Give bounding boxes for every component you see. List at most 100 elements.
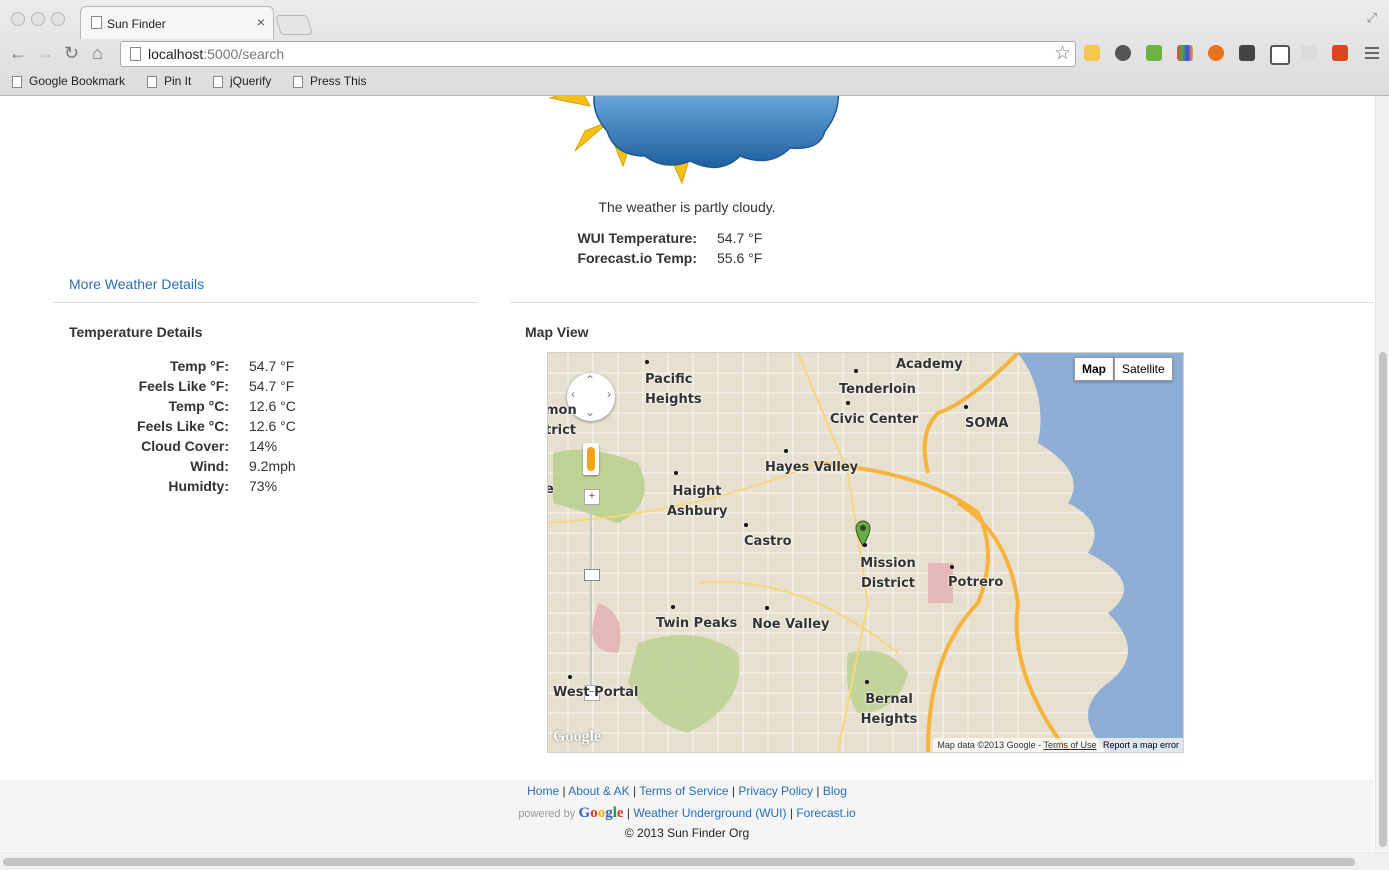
map-label-haight-ashbury: Haight Ashbury: [667, 484, 728, 519]
map-label-academy: Academy: [896, 357, 963, 372]
browser-tab[interactable]: Sun Finder ×: [80, 6, 274, 39]
horizontal-scroll-thumb[interactable]: [3, 858, 1355, 866]
map-pin: [784, 449, 788, 453]
pan-right-icon[interactable]: ›: [607, 387, 611, 401]
divider-left: [53, 302, 477, 303]
map-pin: [674, 471, 678, 475]
reload-button[interactable]: ↻: [64, 43, 79, 64]
map-label-pacific-heights: Pacific Heights: [645, 372, 702, 407]
temp-detail-label: Temp °C:: [168, 398, 229, 414]
zoom-slider-handle[interactable]: [584, 569, 600, 581]
footer-link-about[interactable]: About & AK: [568, 784, 629, 798]
zoom-in-icon[interactable]: +: [584, 489, 600, 505]
map-type-map-button[interactable]: Map: [1074, 357, 1114, 381]
footer-link-terms[interactable]: Terms of Service: [639, 784, 728, 798]
new-tab-button[interactable]: [275, 15, 313, 35]
fullscreen-icon[interactable]: ⤢: [1367, 10, 1377, 26]
temp-detail-label: Temp °F:: [169, 358, 229, 374]
tab-title: Sun Finder: [107, 17, 166, 31]
map-label-west-portal: West Portal: [553, 685, 639, 700]
horizontal-scrollbar[interactable]: [0, 852, 1389, 870]
minimize-window-button[interactable]: [31, 12, 45, 26]
close-tab-icon[interactable]: ×: [257, 14, 265, 30]
page-icon: [130, 47, 141, 61]
pan-up-icon[interactable]: ⌃: [585, 373, 595, 387]
pan-down-icon[interactable]: ⌄: [585, 405, 595, 419]
map-label-twin-peaks: Twin Peaks: [656, 616, 738, 631]
more-weather-details-link[interactable]: More Weather Details: [69, 276, 204, 292]
weather-summary: The weather is partly cloudy.: [598, 199, 776, 215]
map-label-mission-district: Mission District: [860, 556, 916, 591]
footer-link-forecast[interactable]: Forecast.io: [796, 806, 855, 820]
map-pin: [964, 405, 968, 409]
green-extension-icon[interactable]: [1146, 45, 1162, 61]
address-bar[interactable]: localhost:5000/search ☆: [120, 41, 1076, 67]
temp-detail-value: 73%: [249, 478, 278, 494]
partly-cloudy-icon: [548, 96, 840, 185]
pocket-extension-icon[interactable]: [1270, 45, 1290, 65]
bookmark-star-icon[interactable]: ☆: [1054, 42, 1071, 65]
map-copyright: Map data ©2013 Google -: [937, 740, 1042, 750]
folder-extension-icon[interactable]: [1084, 45, 1100, 61]
forecast-temp-label: Forecast.io Temp:: [577, 250, 697, 266]
map-view[interactable]: ⌃ ‹ › ⌄ + − Map Satellite Pacific Height…: [547, 352, 1184, 753]
report-map-error-link[interactable]: Report a map error: [1103, 740, 1179, 750]
orange-extension-icon[interactable]: [1208, 45, 1224, 61]
map-pin: [744, 523, 748, 527]
map-pin: [765, 606, 769, 610]
temp-detail-value: 54.7 °F: [249, 358, 295, 374]
vertical-scrollbar[interactable]: [1375, 96, 1389, 851]
wui-temp-label: WUI Temperature:: [577, 230, 697, 246]
red-extension-icon[interactable]: [1332, 45, 1348, 61]
footer-link-home[interactable]: Home: [527, 784, 559, 798]
google-logo: Google: [578, 805, 624, 821]
pan-left-icon[interactable]: ‹: [571, 387, 575, 401]
colorful-extension-icon[interactable]: [1177, 45, 1193, 61]
grey-extension-icon[interactable]: [1301, 45, 1317, 61]
page-icon: [293, 75, 303, 88]
footer-link-privacy[interactable]: Privacy Policy: [738, 784, 813, 798]
map-label-edge: trict: [547, 423, 577, 438]
bookmark-jquerify[interactable]: jQuerify: [213, 74, 271, 88]
map-label-castro: Castro: [744, 534, 792, 549]
map-type-satellite-button[interactable]: Satellite: [1114, 357, 1173, 381]
browser-chrome: Sun Finder × ⤢ ← → ↻ ⌂ localhost:5000/se…: [0, 0, 1389, 96]
footer-credits: powered by Google | Weather Underground …: [518, 805, 856, 821]
map-label-edge: e: [548, 482, 554, 497]
map-terms-link[interactable]: Terms of Use: [1043, 740, 1096, 750]
bookmark-press-this[interactable]: Press This: [293, 74, 366, 88]
url-text[interactable]: localhost:5000/search: [148, 46, 284, 62]
footer-link-wui[interactable]: Weather Underground (WUI): [633, 806, 786, 820]
map-label-noe-valley: Noe Valley: [752, 617, 830, 632]
page-content: The weather is partly cloudy. WUI Temper…: [0, 96, 1374, 851]
weather-temp-labels: WUI Temperature: Forecast.io Temp:: [525, 228, 697, 268]
back-button[interactable]: ←: [9, 43, 27, 64]
tool-extension-icon[interactable]: [1115, 45, 1131, 61]
map-pin: [846, 401, 850, 405]
screenshot-extension-icon[interactable]: [1239, 45, 1255, 61]
street-view-pegman-icon[interactable]: [583, 443, 599, 475]
chrome-menu-icon[interactable]: [1365, 44, 1379, 62]
page-icon: [12, 75, 22, 88]
map-label-edge: mon: [547, 403, 577, 418]
map-label-soma: SOMA: [965, 416, 1009, 431]
bookmark-pin-it[interactable]: Pin It: [147, 74, 191, 88]
page-icon: [91, 16, 102, 29]
zoom-slider-track[interactable]: [590, 495, 592, 691]
temp-detail-value: 14%: [249, 438, 278, 454]
map-view-heading: Map View: [525, 324, 589, 340]
temp-detail-label: Feels Like °C:: [137, 418, 229, 434]
divider-right: [510, 302, 1374, 303]
footer-links: Home | About & AK | Terms of Service | P…: [527, 784, 847, 798]
close-window-button[interactable]: [11, 12, 25, 26]
map-pin: [865, 680, 869, 684]
google-logo[interactable]: Google: [553, 728, 601, 746]
vertical-scroll-thumb[interactable]: [1379, 352, 1387, 847]
temp-detail-value: 12.6 °C: [249, 398, 296, 414]
forward-button[interactable]: →: [36, 43, 54, 64]
bookmark-google[interactable]: Google Bookmark: [12, 74, 125, 88]
home-button[interactable]: ⌂: [92, 43, 103, 64]
footer-link-blog[interactable]: Blog: [823, 784, 847, 798]
zoom-window-button[interactable]: [51, 12, 65, 26]
page-icon: [213, 75, 223, 88]
